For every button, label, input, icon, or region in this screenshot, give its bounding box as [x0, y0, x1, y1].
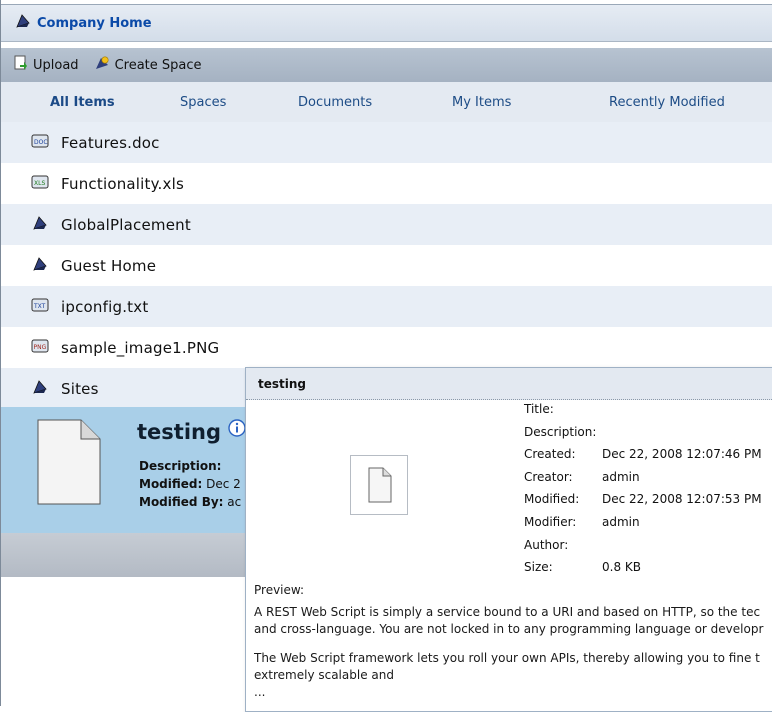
create-space-icon: [93, 55, 111, 75]
filter-recently-modified[interactable]: Recently Modified: [609, 95, 725, 110]
popup-title: testing: [246, 368, 772, 400]
preview-label: Preview:: [254, 583, 305, 597]
title-bar: Company Home: [1, 4, 772, 42]
upload-icon: [13, 55, 29, 75]
window-frame: Company Home Upload Create Space All Ite…: [0, 0, 772, 712]
list-item[interactable]: GlobalPlacement: [1, 204, 772, 245]
space-folder-icon: [31, 215, 49, 235]
list-item[interactable]: XLS Functionality.xls: [1, 163, 772, 204]
document-thumbnail-icon[interactable]: [37, 419, 101, 505]
properties-list: Title: Description: Created: Dec 22, 2008…: [524, 402, 762, 583]
create-space-button[interactable]: Create Space: [93, 55, 202, 75]
upload-button[interactable]: Upload: [13, 55, 79, 75]
excel-xls-icon: XLS: [31, 174, 49, 194]
property-row: Title:: [524, 402, 554, 416]
item-name[interactable]: sample_image1.PNG: [61, 339, 219, 357]
image-file-icon: PNG: [31, 338, 49, 358]
space-folder-icon: [31, 379, 49, 399]
svg-text:TXT: TXT: [33, 303, 46, 310]
info-icon[interactable]: [228, 419, 247, 444]
filter-my-items[interactable]: My Items: [452, 95, 511, 110]
filter-spaces[interactable]: Spaces: [180, 95, 226, 110]
property-row: Creator: admin: [524, 469, 640, 484]
info-popup: testing Title: Description: Created: Dec …: [245, 367, 772, 712]
property-row: Size: 0.8 KB: [524, 560, 641, 575]
create-space-label: Create Space: [114, 57, 202, 73]
item-name[interactable]: Sites: [61, 380, 99, 398]
svg-text:PNG: PNG: [34, 344, 47, 351]
list-item[interactable]: TXT ipconfig.txt: [1, 286, 772, 327]
item-name[interactable]: Features.doc: [61, 134, 160, 152]
property-row: Modified: Dec 22, 2008 12:07:53 PM: [524, 492, 762, 507]
item-name[interactable]: Guest Home: [61, 257, 156, 275]
text-file-icon: TXT: [31, 297, 49, 317]
space-folder-icon: [15, 13, 31, 33]
selected-description: Description:: [139, 459, 222, 473]
property-row: Author:: [524, 537, 569, 552]
selected-item-title[interactable]: testing: [137, 419, 247, 444]
svg-text:XLS: XLS: [34, 180, 45, 187]
space-folder-icon: [31, 256, 49, 276]
toolbar: Upload Create Space: [1, 48, 772, 82]
item-name[interactable]: Functionality.xls: [61, 175, 184, 193]
document-preview-icon: [350, 455, 408, 515]
item-name[interactable]: ipconfig.txt: [61, 298, 148, 316]
item-name[interactable]: GlobalPlacement: [61, 216, 191, 234]
list-item[interactable]: DOC Features.doc: [1, 122, 772, 163]
word-doc-icon: DOC: [31, 133, 49, 153]
list-item[interactable]: Guest Home: [1, 245, 772, 286]
list-item[interactable]: PNG sample_image1.PNG: [1, 327, 772, 368]
property-row: Description:: [524, 424, 597, 439]
filter-tabs: All Items Spaces Documents My Items Rece…: [1, 82, 772, 124]
selected-modified: Modified: Dec 2: [139, 477, 241, 491]
filter-documents[interactable]: Documents: [298, 95, 372, 110]
property-row: Modifier: admin: [524, 514, 640, 529]
property-row: Created: Dec 22, 2008 12:07:46 PM: [524, 447, 762, 462]
selected-modified-by: Modified By: ac: [139, 495, 242, 509]
svg-text:DOC: DOC: [34, 139, 48, 146]
upload-label: Upload: [33, 57, 79, 73]
filter-all-items[interactable]: All Items: [50, 95, 115, 110]
page-title[interactable]: Company Home: [37, 16, 152, 31]
preview-text: A REST Web Script is simply a service bo…: [254, 605, 764, 699]
